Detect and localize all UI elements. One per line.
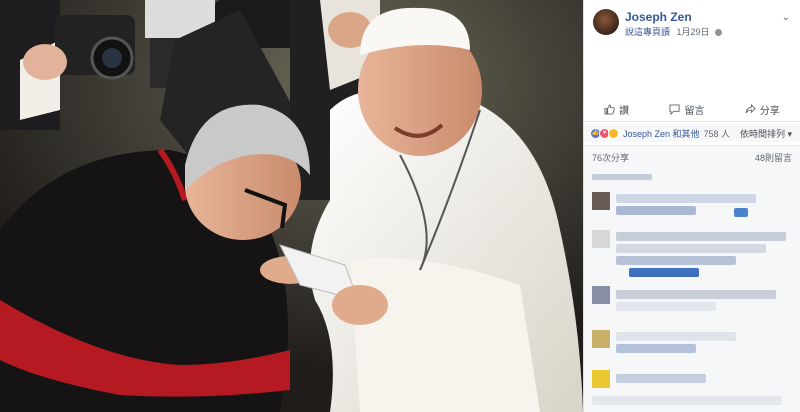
sort-comments-dropdown[interactable]: 依時間排列 ▾ (740, 127, 792, 140)
share-icon (745, 103, 756, 113)
comments-list (584, 164, 800, 412)
blurred-text (734, 208, 748, 217)
comment-label: 留言 (684, 105, 705, 117)
commenter-avatar[interactable] (592, 286, 610, 304)
chevron-down-icon[interactable]: ⌄ (782, 12, 790, 23)
reactions-summary[interactable]: 👍 ♥ Joseph Zen 和其他 758 人 依時間排列 ▾ (584, 124, 800, 142)
thumbs-up-icon (604, 103, 615, 115)
blurred-text (616, 344, 696, 353)
like-button[interactable]: 讚 (604, 102, 629, 117)
blurred-text (616, 206, 696, 215)
wow-reaction-icon (608, 127, 619, 139)
share-button[interactable]: 分享 (745, 102, 780, 117)
comment-count[interactable]: 48則留言 (755, 151, 792, 164)
commenter-avatar[interactable] (592, 330, 610, 348)
commenter-avatar[interactable] (592, 370, 610, 388)
author-name[interactable]: Joseph Zen (625, 10, 692, 24)
comment-button[interactable]: 留言 (669, 102, 704, 117)
like-label: 讚 (619, 105, 630, 117)
commenter-avatar[interactable] (592, 230, 610, 248)
blurred-text (592, 396, 782, 405)
post-stats: 76次分享 48則留言 (584, 145, 800, 164)
post-actions: 讚 留言 分享 (584, 97, 800, 122)
post-meta: 說這專頁讀 1月29日 (625, 25, 723, 38)
commenter-avatar[interactable] (592, 192, 610, 210)
blurred-text (616, 290, 776, 299)
reaction-names[interactable]: Joseph Zen 和其他 (623, 127, 700, 140)
blurred-text (616, 194, 756, 203)
blurred-text (616, 332, 736, 341)
reaction-count[interactable]: 758 人 (704, 127, 731, 140)
blurred-text (616, 232, 786, 241)
blurred-text (629, 268, 699, 277)
see-translation-link[interactable]: 說這專頁讀 (625, 27, 670, 37)
post-sidebar: Joseph Zen 說這專頁讀 1月29日 ⌄ 讚 留言 分享 👍 ♥ Jos… (583, 0, 800, 412)
post-date[interactable]: 1月29日 (677, 27, 710, 37)
share-label: 分享 (759, 105, 780, 117)
share-count[interactable]: 76次分享 (592, 151, 629, 164)
blurred-text (616, 374, 706, 383)
globe-icon (715, 29, 723, 37)
blurred-text (616, 302, 716, 311)
post-photo[interactable] (0, 0, 583, 412)
blurred-text (616, 256, 736, 265)
author-avatar[interactable] (593, 9, 619, 35)
photo-illustration (0, 0, 583, 412)
blurred-text (592, 174, 652, 180)
reaction-icons: 👍 ♥ (590, 127, 619, 139)
post-header: Joseph Zen 說這專頁讀 1月29日 ⌄ (584, 0, 800, 96)
comment-icon (669, 103, 681, 115)
blurred-text (616, 244, 766, 253)
